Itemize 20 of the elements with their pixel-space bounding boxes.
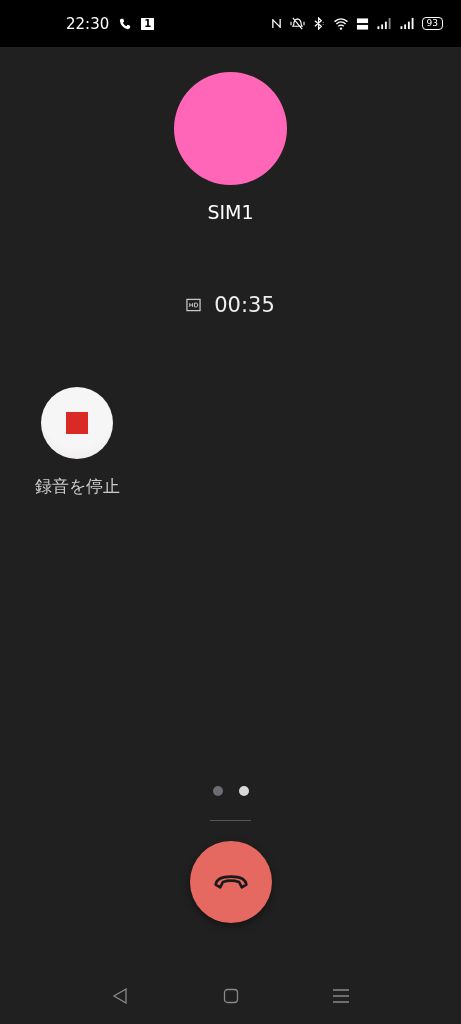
caller-name: SIM1 [207, 201, 254, 223]
page-dot[interactable] [238, 785, 249, 796]
signal-icon [398, 17, 415, 30]
stop-icon [66, 412, 88, 434]
phone-icon [119, 17, 132, 30]
bluetooth-icon [312, 17, 326, 30]
call-duration: 00:35 [214, 293, 275, 317]
clock-time: 22:30 [66, 14, 110, 33]
page-dot[interactable] [212, 785, 223, 796]
battery-level: 93 [421, 17, 443, 30]
wifi-icon [332, 17, 349, 30]
home-icon[interactable] [222, 988, 239, 1004]
signal-icon [375, 17, 392, 30]
hang-up-icon [212, 873, 249, 891]
back-icon[interactable] [112, 988, 128, 1004]
nfc-icon [270, 17, 282, 30]
muted-bell-icon [288, 17, 306, 30]
action-label: 録音を停止 [34, 475, 120, 498]
sim-badge: 1 [141, 17, 155, 30]
menu-icon[interactable] [333, 988, 349, 1004]
